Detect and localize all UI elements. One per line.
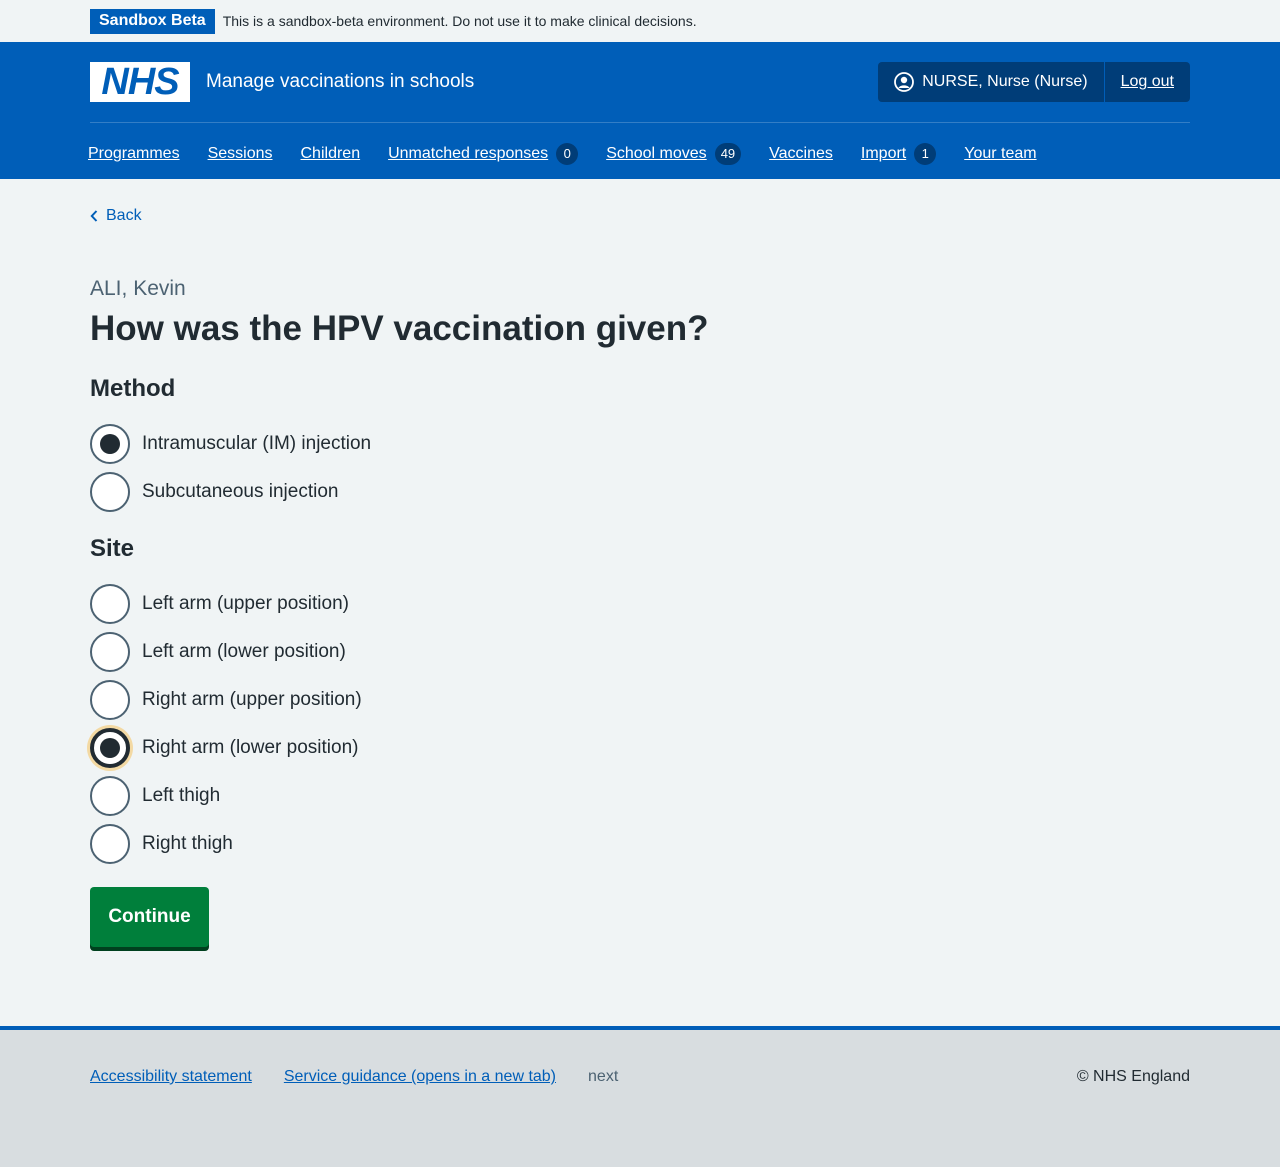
account-panel: NURSE, Nurse (Nurse) Log out (878, 62, 1190, 102)
footer-link-service-guidance[interactable]: Service guidance (opens in a new tab) (284, 1068, 556, 1086)
method-legend: Method (90, 375, 176, 402)
nav-school-moves[interactable]: School moves 49 (606, 143, 742, 165)
radio-label: Right arm (upper position) (142, 689, 362, 710)
logout-link[interactable]: Log out (1105, 62, 1190, 102)
radio-method-intramuscular[interactable]: Intramuscular (IM) injection (90, 424, 371, 464)
radio-label: Right thigh (142, 833, 233, 854)
radio-button[interactable] (90, 632, 130, 672)
footer-links: Accessibility statement Service guidance… (90, 1068, 618, 1086)
radio-label: Left arm (lower position) (142, 641, 346, 662)
environment-banner: Sandbox Beta This is a sandbox-beta envi… (0, 0, 1280, 42)
radio-label: Left thigh (142, 785, 221, 806)
radio-button[interactable] (90, 728, 130, 768)
main-content: Back ALI, Kevin How was the HPV vaccinat… (0, 179, 1280, 1026)
nhs-logo[interactable]: NHS (90, 62, 190, 102)
patient-name-caption: ALI, Kevin (90, 277, 186, 300)
radio-button[interactable] (90, 584, 130, 624)
service-name[interactable]: Manage vaccinations in schools (206, 71, 474, 93)
radio-site-left-arm-lower[interactable]: Left arm (lower position) (90, 632, 346, 672)
continue-button[interactable]: Continue (90, 887, 209, 947)
account-user: NURSE, Nurse (Nurse) (878, 62, 1105, 102)
nav-your-team[interactable]: Your team (964, 145, 1036, 163)
chevron-left-icon (90, 210, 98, 222)
nav-children[interactable]: Children (301, 145, 361, 163)
radio-site-left-thigh[interactable]: Left thigh (90, 776, 220, 816)
count-badge: 0 (556, 143, 579, 165)
radio-button[interactable] (90, 776, 130, 816)
header-divider (90, 122, 1190, 123)
nav-import[interactable]: Import 1 (861, 143, 937, 165)
user-icon (894, 72, 915, 92)
nhs-logo-text: NHS (101, 61, 179, 103)
site-footer: Accessibility statement Service guidance… (0, 1026, 1280, 1167)
footer-copyright: © NHS England (1076, 1068, 1190, 1085)
footer-version: next (588, 1068, 619, 1085)
page-title: How was the HPV vaccination given? (90, 309, 709, 348)
nav-sessions[interactable]: Sessions (208, 145, 273, 163)
site-header: NHS Manage vaccinations in schools NURSE… (0, 42, 1280, 179)
nav-vaccines[interactable]: Vaccines (769, 145, 833, 163)
count-badge: 1 (914, 143, 937, 165)
footer-link-accessibility[interactable]: Accessibility statement (90, 1068, 252, 1086)
radio-label: Left arm (upper position) (142, 593, 349, 614)
environment-tag: Sandbox Beta (90, 8, 215, 34)
radio-site-right-arm-lower[interactable]: Right arm (lower position) (90, 728, 358, 768)
count-badge: 49 (714, 143, 742, 165)
back-link-label: Back (106, 207, 142, 224)
nav-programmes[interactable]: Programmes (88, 145, 180, 163)
primary-navigation: Programmes Sessions Children Unmatched r… (88, 141, 1065, 167)
account-user-label: NURSE, Nurse (Nurse) (922, 73, 1088, 90)
radio-site-right-thigh[interactable]: Right thigh (90, 824, 233, 864)
environment-text: This is a sandbox-beta environment. Do n… (222, 13, 697, 29)
radio-site-left-arm-upper[interactable]: Left arm (upper position) (90, 584, 349, 624)
radio-method-subcutaneous[interactable]: Subcutaneous injection (90, 472, 338, 512)
radio-button[interactable] (90, 472, 130, 512)
radio-button[interactable] (90, 424, 130, 464)
radio-site-right-arm-upper[interactable]: Right arm (upper position) (90, 680, 362, 720)
site-legend: Site (90, 535, 135, 562)
nav-unmatched-responses[interactable]: Unmatched responses 0 (388, 143, 579, 165)
radio-label: Right arm (lower position) (142, 737, 359, 758)
back-link[interactable]: Back (90, 207, 142, 225)
radio-label: Intramuscular (IM) injection (142, 433, 372, 454)
radio-label: Subcutaneous injection (142, 481, 339, 502)
radio-button[interactable] (90, 680, 130, 720)
radio-button[interactable] (90, 824, 130, 864)
